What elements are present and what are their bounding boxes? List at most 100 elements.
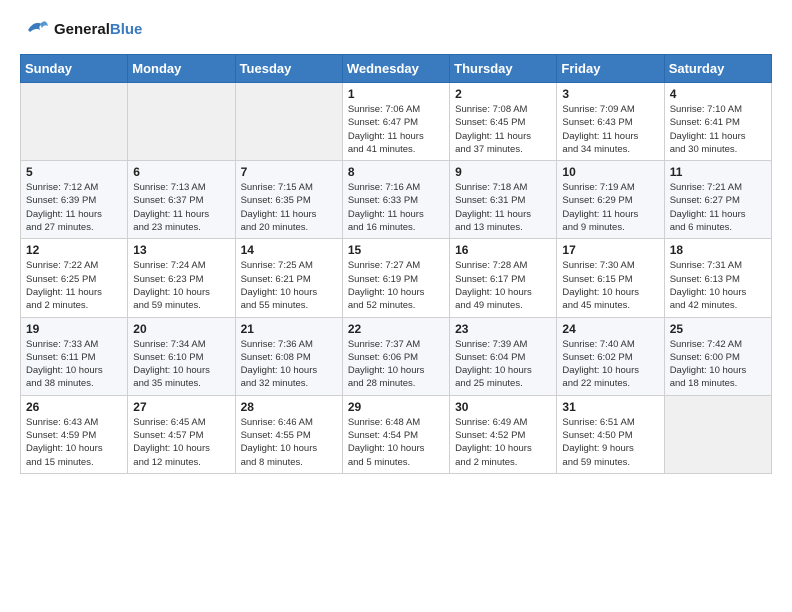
calendar-cell: 30 Sunrise: 6:49 AM Sunset: 4:52 PM Dayli… [450,395,557,473]
day-info: Sunrise: 7:18 AM Sunset: 6:31 PM Dayligh… [455,181,551,234]
day-info: Sunrise: 6:43 AM Sunset: 4:59 PM Dayligh… [26,416,122,469]
day-number: 24 [562,322,658,336]
day-info: Sunrise: 7:19 AM Sunset: 6:29 PM Dayligh… [562,181,658,234]
page: GeneralBlue SundayMondayTuesdayWednesday… [0,0,792,612]
day-number: 20 [133,322,229,336]
weekday-header: Tuesday [235,55,342,83]
day-info: Sunrise: 7:06 AM Sunset: 6:47 PM Dayligh… [348,103,444,156]
calendar-cell: 7Sunrise: 7:15 AM Sunset: 6:35 PM Daylig… [235,161,342,239]
calendar-cell: 14Sunrise: 7:25 AM Sunset: 6:21 PM Dayli… [235,239,342,317]
day-info: Sunrise: 7:28 AM Sunset: 6:17 PM Dayligh… [455,259,551,312]
weekday-header: Friday [557,55,664,83]
day-number: 1 [348,87,444,101]
day-number: 2 [455,87,551,101]
day-info: Sunrise: 7:31 AM Sunset: 6:13 PM Dayligh… [670,259,766,312]
day-info: Sunrise: 7:12 AM Sunset: 6:39 PM Dayligh… [26,181,122,234]
calendar-cell: 17 Sunrise: 7:30 AM Sunset: 6:15 PM Dayli… [557,239,664,317]
calendar-cell: 1 Sunrise: 7:06 AM Sunset: 6:47 PM Daylig… [342,83,449,161]
header: GeneralBlue [20,16,772,44]
day-info: Sunrise: 7:40 AM Sunset: 6:02 PM Dayligh… [562,338,658,391]
calendar-cell [664,395,771,473]
calendar-cell: 9Sunrise: 7:18 AM Sunset: 6:31 PM Daylig… [450,161,557,239]
day-number: 13 [133,243,229,257]
calendar-cell: 4 Sunrise: 7:10 AM Sunset: 6:41 PM Daylig… [664,83,771,161]
day-number: 8 [348,165,444,179]
day-number: 17 [562,243,658,257]
day-info: Sunrise: 7:09 AM Sunset: 6:43 PM Dayligh… [562,103,658,156]
calendar-cell: 8 Sunrise: 7:16 AM Sunset: 6:33 PM Daylig… [342,161,449,239]
weekday-header: Saturday [664,55,771,83]
calendar-cell: 24 Sunrise: 7:40 AM Sunset: 6:02 PM Dayli… [557,317,664,395]
day-info: Sunrise: 7:42 AM Sunset: 6:00 PM Dayligh… [670,338,766,391]
calendar-cell: 5Sunrise: 7:12 AM Sunset: 6:39 PM Daylig… [21,161,128,239]
day-info: Sunrise: 7:16 AM Sunset: 6:33 PM Dayligh… [348,181,444,234]
weekday-header: Thursday [450,55,557,83]
calendar-cell: 2 Sunrise: 7:08 AM Sunset: 6:45 PM Daylig… [450,83,557,161]
day-number: 15 [348,243,444,257]
day-number: 3 [562,87,658,101]
day-info: Sunrise: 7:30 AM Sunset: 6:15 PM Dayligh… [562,259,658,312]
day-number: 16 [455,243,551,257]
day-info: Sunrise: 6:46 AM Sunset: 4:55 PM Dayligh… [241,416,337,469]
day-number: 25 [670,322,766,336]
day-info: Sunrise: 7:36 AM Sunset: 6:08 PM Dayligh… [241,338,337,391]
calendar-cell: 31 Sunrise: 6:51 AM Sunset: 4:50 PM Dayli… [557,395,664,473]
day-number: 28 [241,400,337,414]
weekday-header: Monday [128,55,235,83]
calendar-cell: 23Sunrise: 7:39 AM Sunset: 6:04 PM Dayli… [450,317,557,395]
day-info: Sunrise: 7:24 AM Sunset: 6:23 PM Dayligh… [133,259,229,312]
day-number: 31 [562,400,658,414]
day-number: 22 [348,322,444,336]
day-info: Sunrise: 7:39 AM Sunset: 6:04 PM Dayligh… [455,338,551,391]
calendar-cell: 21 Sunrise: 7:36 AM Sunset: 6:08 PM Dayli… [235,317,342,395]
calendar-cell [235,83,342,161]
calendar-week-row: 26 Sunrise: 6:43 AM Sunset: 4:59 PM Dayli… [21,395,772,473]
day-number: 12 [26,243,122,257]
calendar-cell [21,83,128,161]
calendar-cell: 22Sunrise: 7:37 AM Sunset: 6:06 PM Dayli… [342,317,449,395]
day-number: 10 [562,165,658,179]
day-number: 27 [133,400,229,414]
calendar-cell: 10 Sunrise: 7:19 AM Sunset: 6:29 PM Dayli… [557,161,664,239]
day-info: Sunrise: 6:48 AM Sunset: 4:54 PM Dayligh… [348,416,444,469]
day-number: 21 [241,322,337,336]
calendar-cell: 16 Sunrise: 7:28 AM Sunset: 6:17 PM Dayli… [450,239,557,317]
calendar-cell: 6 Sunrise: 7:13 AM Sunset: 6:37 PM Daylig… [128,161,235,239]
calendar-cell: 15 Sunrise: 7:27 AM Sunset: 6:19 PM Dayli… [342,239,449,317]
day-number: 19 [26,322,122,336]
day-number: 30 [455,400,551,414]
calendar-cell [128,83,235,161]
day-info: Sunrise: 7:13 AM Sunset: 6:37 PM Dayligh… [133,181,229,234]
day-info: Sunrise: 7:21 AM Sunset: 6:27 PM Dayligh… [670,181,766,234]
day-number: 6 [133,165,229,179]
day-info: Sunrise: 6:49 AM Sunset: 4:52 PM Dayligh… [455,416,551,469]
logo-bird-icon [20,16,50,44]
calendar-cell: 3 Sunrise: 7:09 AM Sunset: 6:43 PM Daylig… [557,83,664,161]
calendar-cell: 11 Sunrise: 7:21 AM Sunset: 6:27 PM Dayli… [664,161,771,239]
weekday-header: Wednesday [342,55,449,83]
day-number: 4 [670,87,766,101]
calendar-cell: 25 Sunrise: 7:42 AM Sunset: 6:00 PM Dayli… [664,317,771,395]
day-info: Sunrise: 6:45 AM Sunset: 4:57 PM Dayligh… [133,416,229,469]
day-info: Sunrise: 7:34 AM Sunset: 6:10 PM Dayligh… [133,338,229,391]
day-info: Sunrise: 7:27 AM Sunset: 6:19 PM Dayligh… [348,259,444,312]
day-number: 11 [670,165,766,179]
logo: GeneralBlue [20,16,142,44]
calendar-week-row: 1 Sunrise: 7:06 AM Sunset: 6:47 PM Daylig… [21,83,772,161]
calendar-week-row: 5Sunrise: 7:12 AM Sunset: 6:39 PM Daylig… [21,161,772,239]
calendar-cell: 26 Sunrise: 6:43 AM Sunset: 4:59 PM Dayli… [21,395,128,473]
day-info: Sunrise: 7:10 AM Sunset: 6:41 PM Dayligh… [670,103,766,156]
calendar-week-row: 12Sunrise: 7:22 AM Sunset: 6:25 PM Dayli… [21,239,772,317]
day-number: 18 [670,243,766,257]
day-info: Sunrise: 7:08 AM Sunset: 6:45 PM Dayligh… [455,103,551,156]
day-info: Sunrise: 6:51 AM Sunset: 4:50 PM Dayligh… [562,416,658,469]
calendar-cell: 13 Sunrise: 7:24 AM Sunset: 6:23 PM Dayli… [128,239,235,317]
day-number: 26 [26,400,122,414]
calendar-cell: 27 Sunrise: 6:45 AM Sunset: 4:57 PM Dayli… [128,395,235,473]
day-info: Sunrise: 7:15 AM Sunset: 6:35 PM Dayligh… [241,181,337,234]
calendar-cell: 12Sunrise: 7:22 AM Sunset: 6:25 PM Dayli… [21,239,128,317]
day-info: Sunrise: 7:25 AM Sunset: 6:21 PM Dayligh… [241,259,337,312]
calendar: SundayMondayTuesdayWednesdayThursdayFrid… [20,54,772,474]
calendar-cell: 18 Sunrise: 7:31 AM Sunset: 6:13 PM Dayli… [664,239,771,317]
calendar-cell: 19Sunrise: 7:33 AM Sunset: 6:11 PM Dayli… [21,317,128,395]
